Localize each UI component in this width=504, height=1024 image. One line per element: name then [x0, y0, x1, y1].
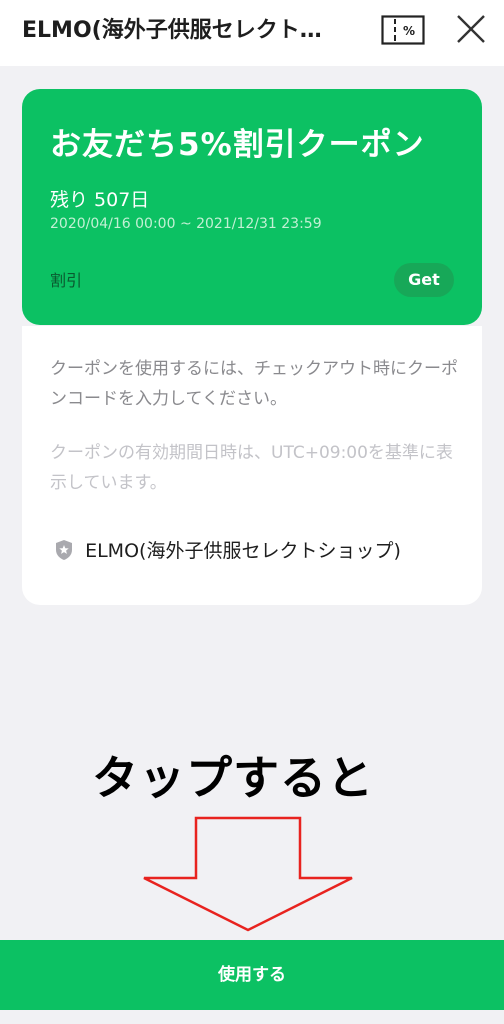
coupon-card: お友だち5%割引クーポン 残り 507日 2020/04/16 00:00 ~ … [22, 89, 482, 325]
usage-instructions: クーポンを使用するには、チェックアウト時にクーポンコードを入力してください。 [50, 359, 458, 409]
use-button[interactable]: 使用する [0, 940, 504, 1010]
shop-row[interactable]: ELMO(海外子供服セレクトショップ) [54, 536, 401, 566]
validity-period: 2020/04/16 00:00 ~ 2021/12/31 23:59 [50, 216, 322, 232]
coupon-info-card: クーポンを使用するには、チェックアウト時にクーポンコードを入力してください。 ク… [22, 326, 482, 605]
shield-star-icon [56, 539, 72, 560]
annotation-text: タップすると [92, 751, 374, 805]
header: ELMO(海外子供服セレクト… % [0, 0, 504, 66]
coupon-percent-icon[interactable]: % [381, 15, 425, 45]
get-button[interactable]: Get [394, 263, 454, 297]
close-icon[interactable] [452, 10, 490, 48]
page-title: ELMO(海外子供服セレクト… [22, 18, 322, 43]
svg-text:%: % [403, 24, 415, 38]
remaining-days: 残り 507日 [50, 189, 150, 211]
coupon-type-label: 割引 [50, 271, 83, 290]
coupon-title: お友だち5%割引クーポン [50, 127, 425, 163]
shop-name: ELMO(海外子供服セレクトショップ) [85, 540, 401, 562]
arrow-down-icon [143, 816, 353, 932]
timezone-note: クーポンの有効期間日時は、UTC+09:00を基準に表示しています。 [50, 443, 453, 493]
